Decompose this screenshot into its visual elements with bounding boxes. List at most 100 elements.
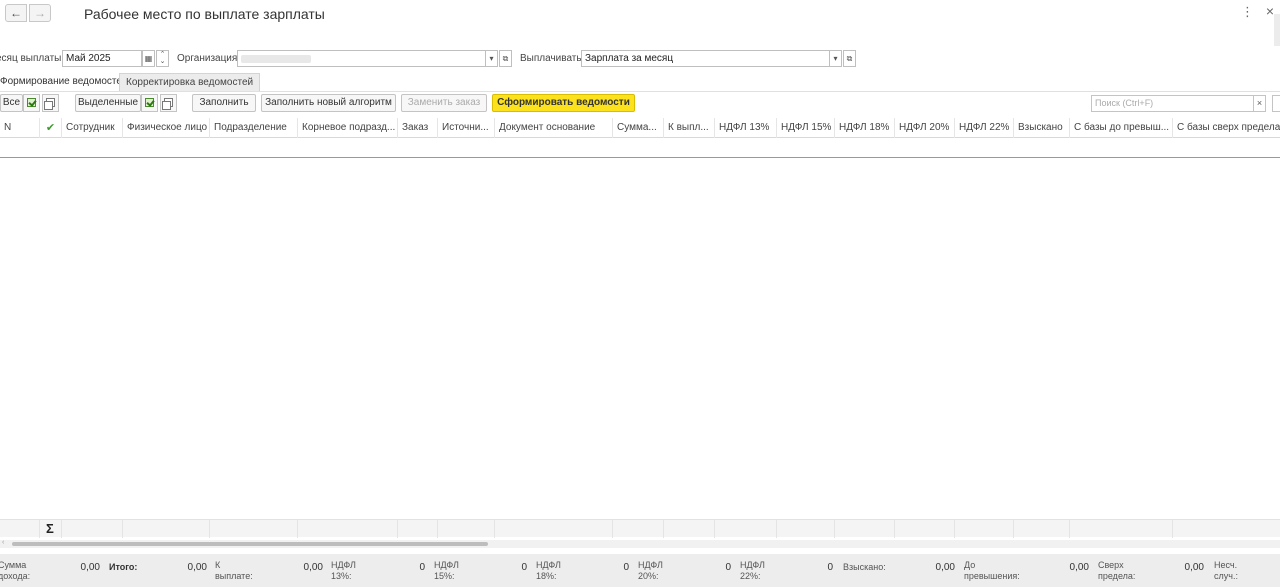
total-value: 0 xyxy=(623,562,629,573)
tab-strip: Формирование ведомостей Корректировка ве… xyxy=(0,73,1280,91)
table-header: N ✔ Сотрудник Физическое лицо Подразделе… xyxy=(0,118,1280,138)
page-title: Рабочее место по выплате зарплаты xyxy=(84,6,325,22)
fill-button[interactable]: Заполнить xyxy=(192,94,256,112)
chevron-down-icon[interactable]: ▾ xyxy=(485,50,498,67)
total-value: 0,00 xyxy=(303,562,323,573)
copy-icon[interactable] xyxy=(42,94,59,112)
total-label: Несч. xyxy=(1214,560,1238,570)
check-list-icon[interactable] xyxy=(141,94,158,112)
sum-cell xyxy=(777,520,835,538)
sum-cell xyxy=(62,520,123,538)
column-header[interactable]: Заказ xyxy=(398,118,438,138)
copy-icon[interactable] xyxy=(160,94,177,112)
clear-search-icon[interactable]: × xyxy=(1253,95,1266,112)
arrow-left-icon: ← xyxy=(10,6,22,20)
total-value: 0 xyxy=(419,562,425,573)
column-header[interactable]: Физическое лицо xyxy=(123,118,210,138)
month-label: есяц выплаты: xyxy=(0,53,65,64)
column-header[interactable]: Подразделение xyxy=(210,118,298,138)
month-stepper[interactable]: ⌃ ⌄ xyxy=(156,50,169,67)
sum-cell xyxy=(613,520,664,538)
total-label: дохода: xyxy=(0,571,31,581)
total-value: 0,00 xyxy=(1184,562,1204,573)
open-icon[interactable]: ⧉ xyxy=(499,50,512,67)
sum-cell xyxy=(298,520,398,538)
selected-button[interactable]: Выделенные xyxy=(75,94,141,112)
total-label: Сверх xyxy=(1098,560,1124,570)
column-header[interactable]: Сумма... xyxy=(613,118,664,138)
filters-row: есяц выплаты: Май 2025 ▦ ⌃ ⌄ Организация:… xyxy=(0,50,1280,68)
row-divider xyxy=(0,157,1280,158)
organization-input[interactable] xyxy=(237,50,486,67)
more-menu-icon[interactable]: ⋮ xyxy=(1241,4,1254,20)
tab-generate-statements[interactable]: Формирование ведомостей xyxy=(0,73,134,91)
toolbar: Все Выделенные Заполнить Заполнить новый… xyxy=(0,94,1280,112)
column-header[interactable]: С базы сверх предела xyxy=(1173,118,1280,138)
column-header[interactable]: НДФЛ 13% xyxy=(715,118,777,138)
sum-cell xyxy=(0,520,40,538)
total-label: НДФЛ xyxy=(331,560,356,570)
column-header[interactable]: Взыскано xyxy=(1014,118,1070,138)
payroll-table: N ✔ Сотрудник Физическое лицо Подразделе… xyxy=(0,118,1280,528)
title-bar: ← → Рабочее место по выплате зарплаты ⋮ … xyxy=(0,0,1280,46)
calendar-icon[interactable]: ▦ xyxy=(142,50,155,67)
forward-button[interactable]: → xyxy=(29,4,51,22)
column-header[interactable]: N xyxy=(0,118,40,138)
total-label: 22%: xyxy=(740,571,761,581)
total-value: 0,00 xyxy=(80,562,100,573)
replace-order-button[interactable]: Заменить заказ xyxy=(401,94,487,112)
horizontal-scrollbar[interactable]: ‹ xyxy=(0,539,1280,548)
chevron-down-icon[interactable]: ▾ xyxy=(829,50,842,67)
sum-cell xyxy=(210,520,298,538)
search-input[interactable]: Поиск (Ctrl+F) xyxy=(1091,95,1254,112)
total-value: 0,00 xyxy=(935,562,955,573)
sum-cell xyxy=(895,520,955,538)
column-header[interactable]: С базы до превыш... xyxy=(1070,118,1173,138)
sum-cell xyxy=(664,520,715,538)
close-icon[interactable]: × xyxy=(1266,3,1274,19)
total-label: 15%: xyxy=(434,571,455,581)
total-label: НДФЛ xyxy=(536,560,561,570)
side-scroll-handle[interactable] xyxy=(1274,14,1280,46)
tab-correct-statements[interactable]: Корректировка ведомостей xyxy=(119,73,261,91)
column-header[interactable]: НДФЛ 18% xyxy=(835,118,895,138)
redacted-value xyxy=(241,55,311,63)
tab-divider xyxy=(0,91,1280,92)
sum-cell xyxy=(715,520,777,538)
column-header[interactable]: Документ основание xyxy=(495,118,613,138)
fill-new-algorithm-button[interactable]: Заполнить новый алгоритм xyxy=(261,94,396,112)
column-header[interactable]: К выпл... xyxy=(664,118,715,138)
total-label: случ.: xyxy=(1214,571,1238,581)
checkmark-icon[interactable]: ✔ xyxy=(40,118,62,138)
back-button[interactable]: ← xyxy=(5,4,27,22)
all-button[interactable]: Все xyxy=(0,94,23,112)
column-header[interactable]: Сотрудник xyxy=(62,118,123,138)
column-header[interactable]: Корневое подразд... xyxy=(298,118,398,138)
total-value: 0 xyxy=(521,562,527,573)
total-label: 20%: xyxy=(638,571,659,581)
total-label: НДФЛ xyxy=(638,560,663,570)
open-icon[interactable]: ⧉ xyxy=(843,50,856,67)
pay-type-input[interactable]: Зарплата за месяц xyxy=(581,50,830,67)
column-header[interactable]: НДФЛ 20% xyxy=(895,118,955,138)
scrollbar-thumb[interactable] xyxy=(12,542,488,546)
column-header[interactable]: НДФЛ 15% xyxy=(777,118,835,138)
sum-cell xyxy=(1070,520,1173,538)
sum-cell xyxy=(40,520,62,538)
sum-cell xyxy=(398,520,438,538)
column-header[interactable]: Источни... xyxy=(438,118,495,138)
total-label: Взыскано: xyxy=(843,562,886,572)
total-label: К xyxy=(215,560,221,570)
scroll-left-icon[interactable]: ‹ xyxy=(2,539,4,546)
pay-type-label: Выплачивать: xyxy=(520,53,585,64)
more-button[interactable] xyxy=(1272,95,1280,112)
total-label: Сумма xyxy=(0,560,27,570)
total-label: 18%: xyxy=(536,571,557,581)
month-input[interactable]: Май 2025 xyxy=(62,50,142,67)
sum-cell xyxy=(438,520,495,538)
total-value: 0 xyxy=(827,562,833,573)
total-label: НДФЛ xyxy=(740,560,765,570)
generate-statements-button[interactable]: Сформировать ведомости xyxy=(492,94,635,112)
check-list-icon[interactable] xyxy=(23,94,40,112)
column-header[interactable]: НДФЛ 22% xyxy=(955,118,1014,138)
